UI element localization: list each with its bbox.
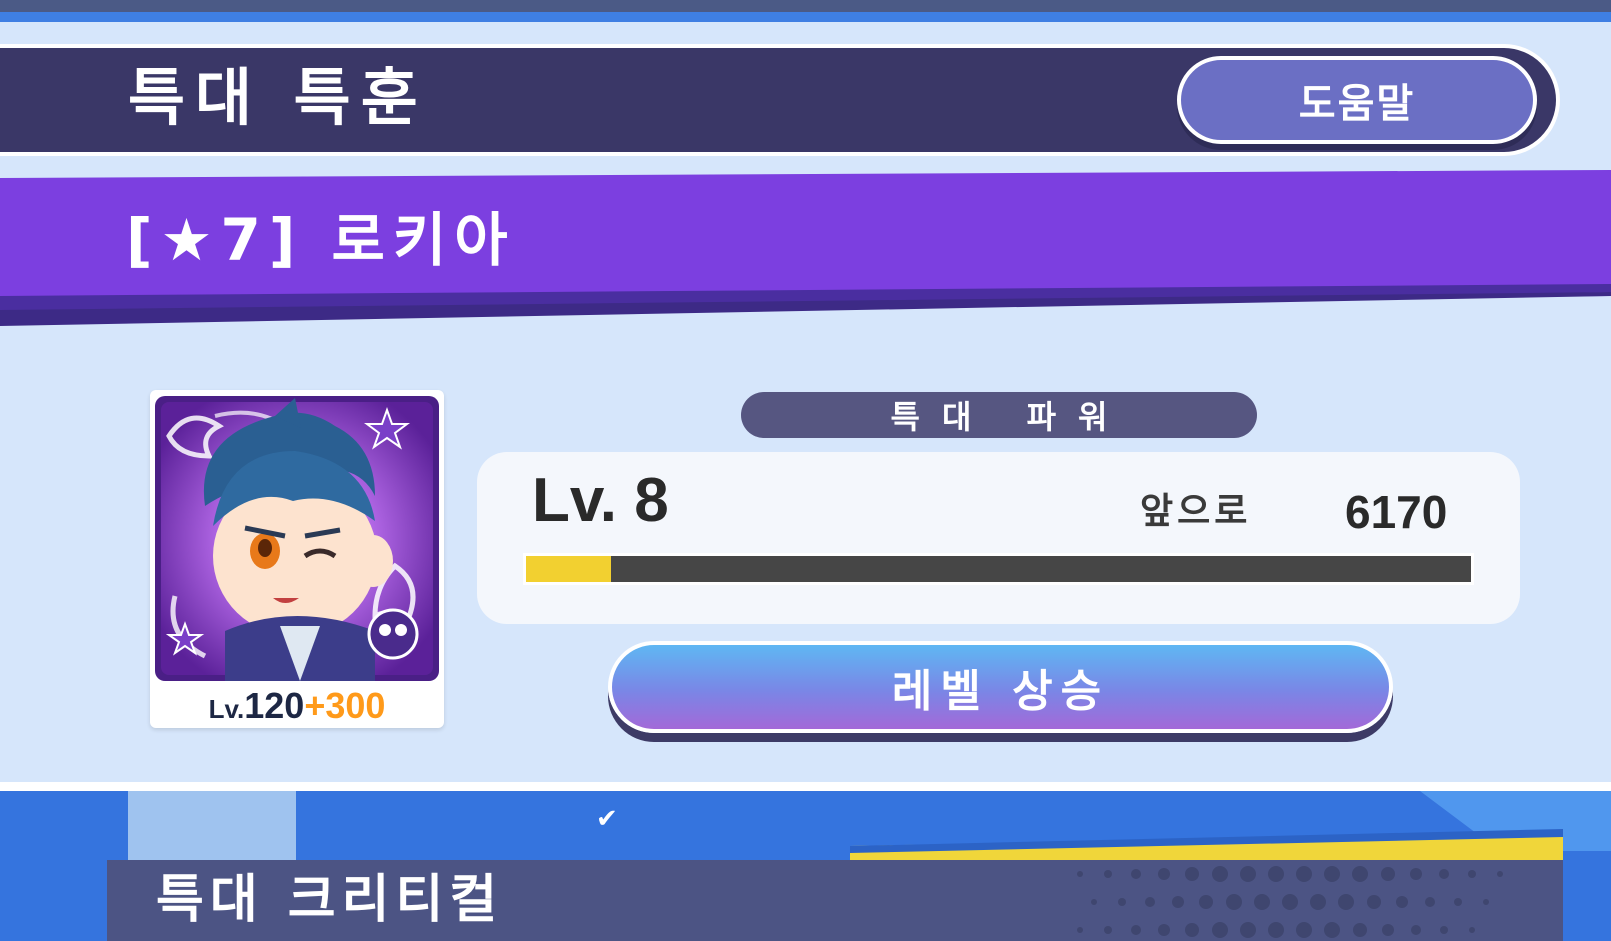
section-divider <box>0 782 1611 791</box>
character-name: [★7] 로키아 <box>126 206 516 274</box>
character-level-prefix: Lv. <box>208 694 245 724</box>
power-level: Lv. 8 <box>532 466 669 535</box>
power-progress-fill <box>526 556 612 582</box>
power-progress-bar <box>523 553 1474 585</box>
character-level-bonus: +300 <box>304 685 386 726</box>
dot-pattern-decoration <box>1077 866 1503 938</box>
level-up-button[interactable]: 레벨 상승 <box>608 641 1393 733</box>
power-label: 특대 파워 <box>741 392 1257 438</box>
remaining-value: 6170 <box>1345 486 1448 538</box>
character-level: Lv.120+300 <box>150 684 444 728</box>
top-strip <box>0 0 1611 12</box>
character-portrait <box>155 396 439 681</box>
remaining-label: 앞으로 <box>1140 491 1252 532</box>
page-title: 특대 특훈 <box>128 61 428 134</box>
character-level-value: 120 <box>244 685 305 726</box>
next-section-title: 특대 크리티컬 <box>156 870 504 930</box>
help-button[interactable]: 도움말 <box>1177 56 1537 144</box>
check-icon: ✔ <box>596 804 618 834</box>
top-accent-stripe <box>0 12 1611 22</box>
